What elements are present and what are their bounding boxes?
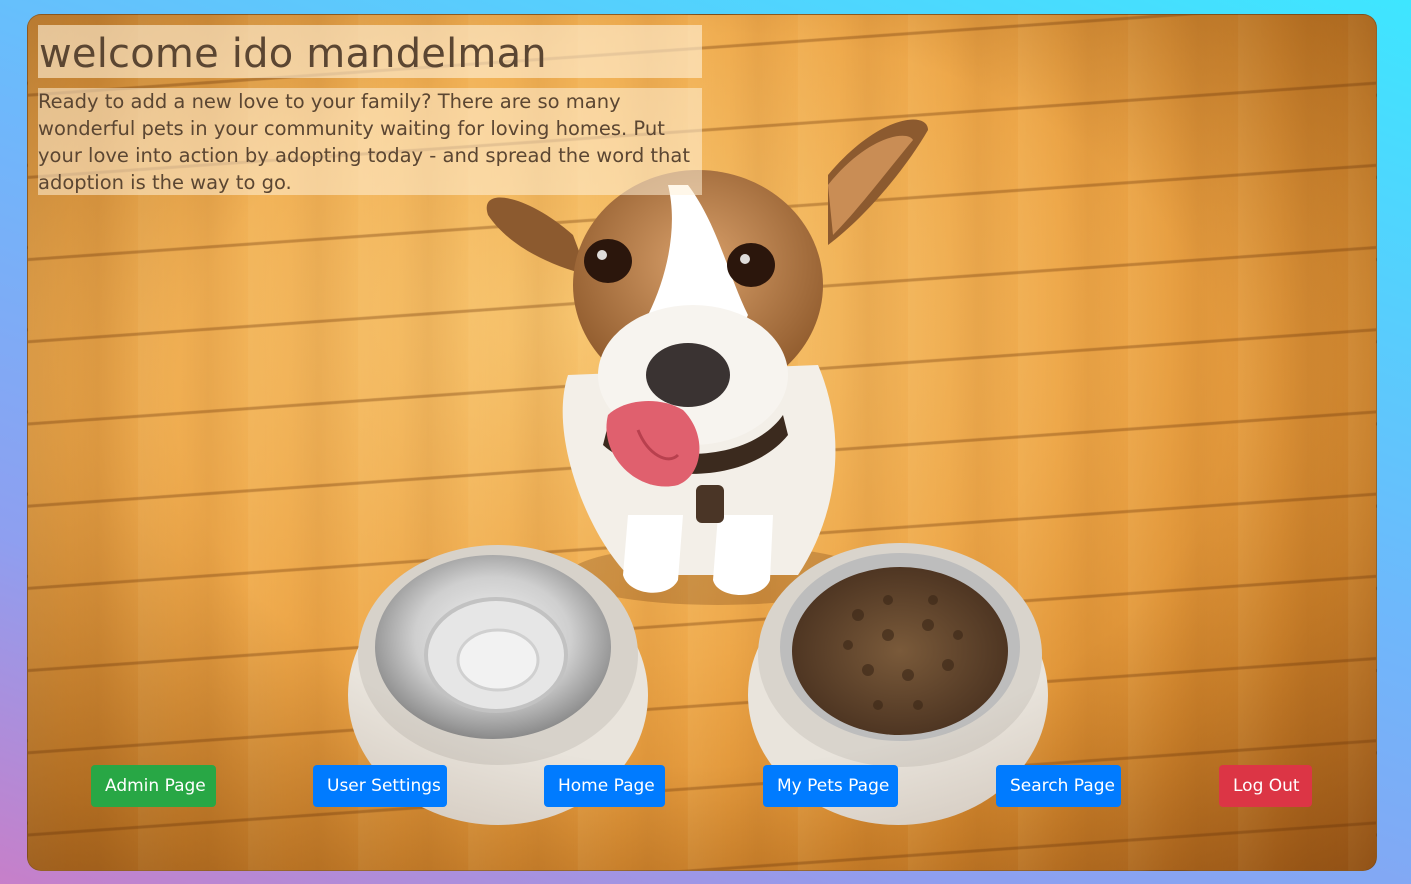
page-title: welcome ido mandelman (39, 31, 547, 77)
intro-text: Ready to add a new love to your family? … (38, 90, 690, 194)
log-out-button[interactable]: Log Out (1219, 765, 1312, 807)
intro-box: Ready to add a new love to your family? … (38, 88, 702, 195)
home-page-button[interactable]: Home Page (544, 765, 665, 807)
search-page-button[interactable]: Search Page (996, 765, 1121, 807)
welcome-card: welcome ido mandelman Ready to add a new… (27, 14, 1377, 871)
title-box: welcome ido mandelman (38, 25, 702, 78)
admin-page-button[interactable]: Admin Page (91, 765, 216, 807)
my-pets-page-button[interactable]: My Pets Page (763, 765, 898, 807)
user-settings-button[interactable]: User Settings (313, 765, 447, 807)
